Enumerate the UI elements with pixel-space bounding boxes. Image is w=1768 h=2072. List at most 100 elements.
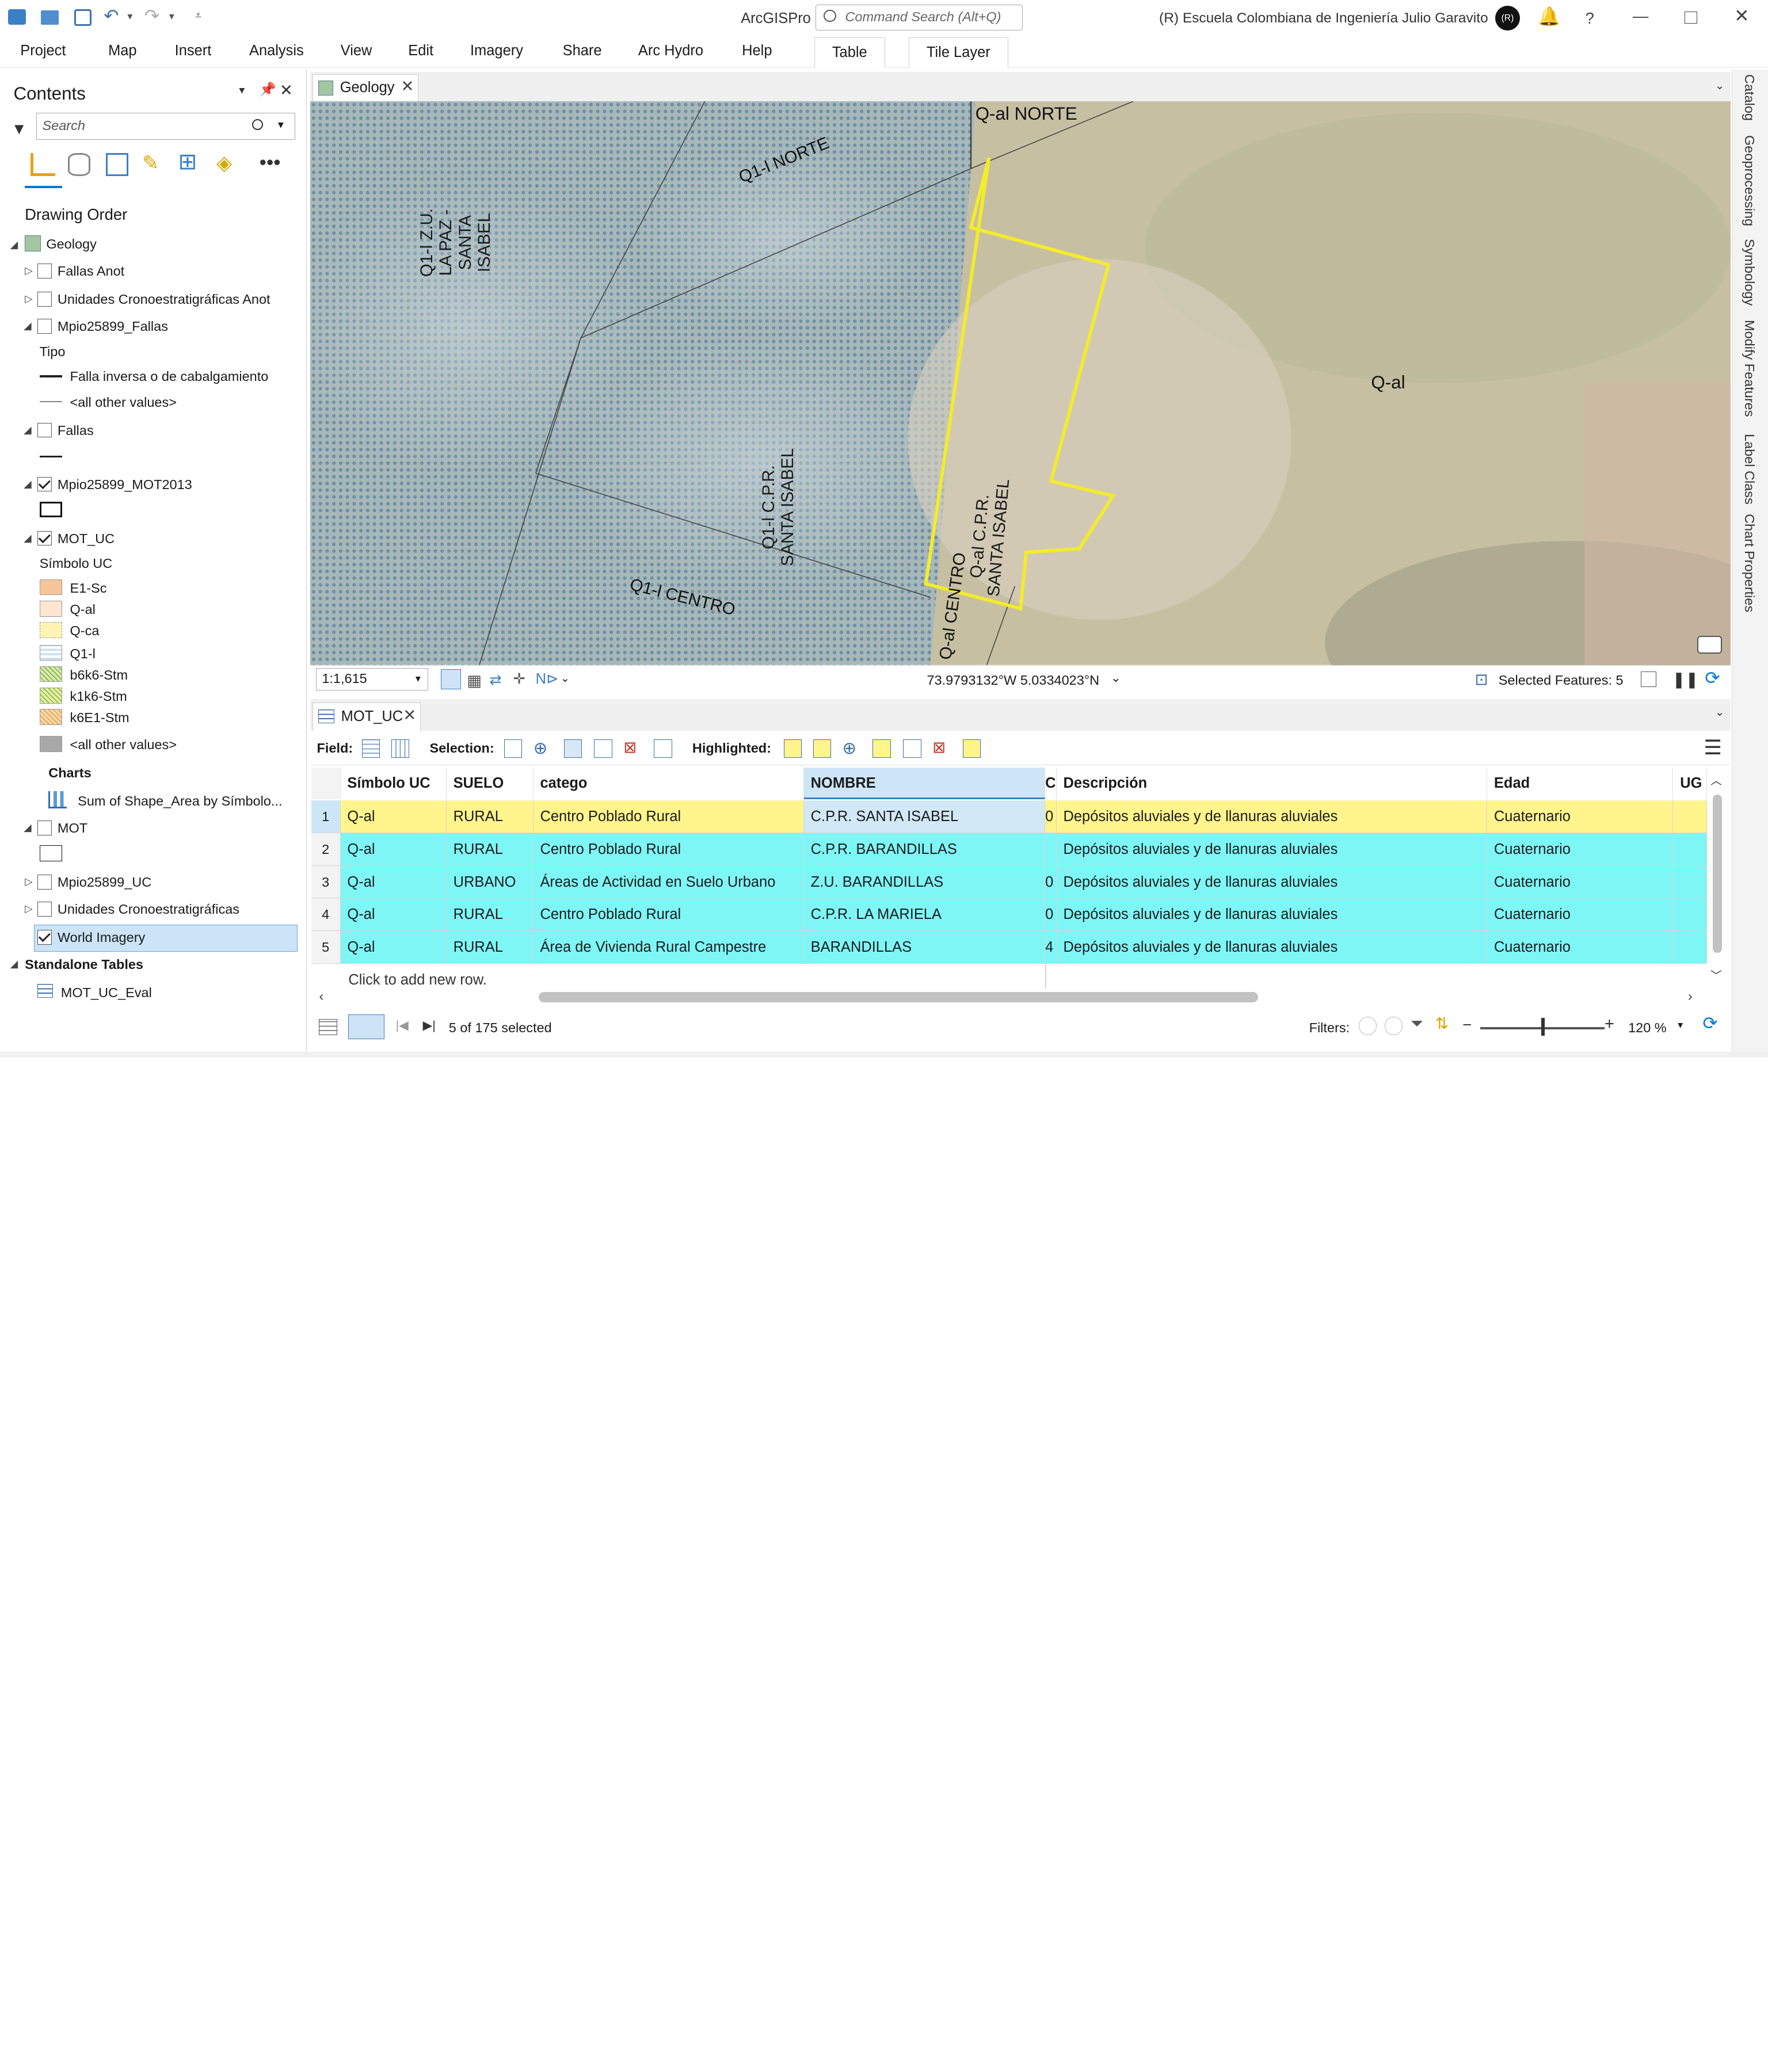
filter-selection-icon[interactable]: [1384, 1017, 1403, 1035]
expand-standalone-icon[interactable]: ◢: [10, 958, 18, 970]
expand-fallas-icon[interactable]: ◢: [24, 424, 32, 436]
row-number[interactable]: 1: [311, 800, 341, 833]
cell-edad[interactable]: Cuaternario: [1487, 833, 1674, 866]
filter-icon[interactable]: ▼: [12, 120, 27, 138]
tab-label-class[interactable]: Label Class: [1742, 434, 1757, 505]
expand-fallas-anot-icon[interactable]: ▷: [25, 265, 33, 277]
tab-geoprocessing[interactable]: Geoprocessing: [1742, 135, 1757, 226]
filter-funnel-icon[interactable]: ⏷: [1411, 1014, 1423, 1033]
tab-insert[interactable]: Insert: [175, 43, 212, 59]
zoom-slider-thumb[interactable]: [1541, 1018, 1545, 1036]
tab-chart-properties[interactable]: Chart Properties: [1742, 514, 1757, 612]
expand-mpio-uc-icon[interactable]: ▷: [25, 876, 33, 888]
cell-catego[interactable]: Centro Poblado Rural: [533, 800, 804, 833]
fixed-zoom-icon[interactable]: [441, 669, 462, 690]
scroll-right-icon[interactable]: ›: [1688, 989, 1693, 1004]
cell-suelo[interactable]: URBANO: [446, 865, 534, 899]
cell-descripcion[interactable]: Depósitos aluviales y de llanuras aluvia…: [1056, 931, 1488, 964]
column-header-catego[interactable]: catego: [533, 768, 804, 800]
filter-extent-icon[interactable]: [1358, 1017, 1377, 1035]
cell-c[interactable]: 0: [1045, 898, 1057, 932]
sort-icon[interactable]: ⇅: [1435, 1014, 1449, 1033]
more-options-icon[interactable]: •••: [260, 151, 281, 174]
chart-sum-shape-area[interactable]: Sum of Shape_Area by Símbolo...: [78, 793, 282, 809]
highlight-zoom-icon[interactable]: [783, 739, 802, 758]
refresh-icon[interactable]: ⟳: [1702, 1013, 1717, 1034]
row-number[interactable]: 2: [311, 833, 341, 866]
first-record-icon[interactable]: |◀: [396, 1018, 409, 1033]
tab-imagery[interactable]: Imagery: [470, 43, 523, 59]
highlight-pan-icon[interactable]: [813, 739, 831, 758]
list-by-labeling-icon[interactable]: ◈: [216, 151, 232, 175]
map-view[interactable]: Q-al NORTE Q1-l NORTE Q1-l Z.U. LA PAZ -…: [310, 101, 1731, 665]
project-icon[interactable]: [7, 9, 26, 25]
layer-mpio-mot2013[interactable]: Mpio25899_MOT2013: [58, 477, 192, 493]
tab-overflow-icon[interactable]: ⌄: [1715, 79, 1724, 93]
row-number[interactable]: 4: [311, 898, 341, 932]
navigator-icon[interactable]: [1697, 635, 1722, 654]
layer-fallas-anot[interactable]: Fallas Anot: [58, 264, 124, 279]
zoom-out-icon[interactable]: −: [1462, 1016, 1472, 1034]
layer-mpio-fallas[interactable]: Mpio25899_Fallas: [58, 319, 168, 334]
list-by-snapping-icon[interactable]: ⊞: [178, 149, 197, 175]
layer-world-imagery[interactable]: World Imagery: [58, 930, 145, 945]
zoom-in-icon[interactable]: +: [1605, 1014, 1614, 1034]
snapping-icon[interactable]: ✛: [513, 670, 525, 688]
last-record-icon[interactable]: ▶|: [423, 1018, 436, 1033]
calculate-field-icon[interactable]: [391, 739, 410, 758]
cell-nombre[interactable]: C.P.R. BARANDILLAS: [803, 833, 1046, 866]
checkbox-mpio-fallas[interactable]: [37, 319, 52, 334]
tab-table[interactable]: Table: [814, 37, 885, 68]
list-by-drawing-order-icon[interactable]: [30, 153, 55, 176]
cell-ug[interactable]: [1673, 898, 1708, 932]
add-new-row[interactable]: Click to add new row.: [348, 972, 487, 989]
list-by-selection-icon[interactable]: [106, 153, 129, 176]
cell-descripcion[interactable]: Depósitos aluviales y de llanuras aluvia…: [1056, 833, 1488, 866]
column-header-edad[interactable]: Edad: [1487, 768, 1674, 800]
cell-ug[interactable]: [1673, 865, 1708, 899]
tab-geology[interactable]: Geology ✕: [312, 74, 418, 102]
tab-overflow-icon[interactable]: ⌄: [1715, 705, 1724, 719]
cell-c[interactable]: 4: [1045, 931, 1057, 964]
close-pane-icon[interactable]: ✕: [280, 81, 293, 100]
cell-edad[interactable]: Cuaternario: [1487, 931, 1674, 964]
search-icon[interactable]: [252, 119, 264, 131]
table-row[interactable]: 5 Q-al RURAL Área de Vivienda Rural Camp…: [311, 931, 1708, 964]
vertical-scrollbar-thumb[interactable]: [1713, 795, 1722, 953]
cell-c[interactable]: [1045, 833, 1057, 866]
command-search-input[interactable]: Command Search (Alt+Q): [815, 4, 1023, 30]
table-row[interactable]: 4 Q-al RURAL Centro Poblado Rural C.P.R.…: [311, 898, 1708, 932]
expand-mpio-fallas-icon[interactable]: ◢: [24, 320, 32, 332]
redo-dropdown-icon[interactable]: ▾: [169, 10, 174, 22]
highlight-unselect-icon[interactable]: [903, 739, 921, 758]
layer-mot[interactable]: MOT: [58, 821, 87, 836]
column-header-nombre[interactable]: NOMBRE: [803, 768, 1046, 800]
selected-features-count[interactable]: Selected Features: 5: [1499, 673, 1624, 688]
column-header-ug[interactable]: UG: [1673, 768, 1708, 800]
cell-simbolo[interactable]: Q-al: [340, 865, 447, 899]
undo-icon[interactable]: ↶: [104, 6, 119, 26]
layer-unidades[interactable]: Unidades Cronoestratigráficas: [58, 902, 239, 917]
selected-features-icon[interactable]: ⊡: [1475, 670, 1488, 689]
cell-descripcion[interactable]: Depósitos aluviales y de llanuras aluvia…: [1056, 898, 1488, 932]
scroll-up-icon[interactable]: ︿: [1710, 771, 1722, 788]
tab-symbology[interactable]: Symbology: [1742, 239, 1757, 306]
expand-mpio-mot2013-icon[interactable]: ◢: [24, 478, 32, 490]
row-number[interactable]: 5: [311, 931, 341, 964]
cell-simbolo[interactable]: Q-al: [340, 898, 447, 932]
cell-simbolo[interactable]: Q-al: [340, 800, 447, 833]
cell-suelo[interactable]: RURAL: [446, 833, 534, 866]
cell-catego[interactable]: Área de Vivienda Rural Campestre: [533, 931, 804, 964]
cell-simbolo[interactable]: Q-al: [340, 833, 447, 866]
cell-edad[interactable]: Cuaternario: [1487, 898, 1674, 932]
table-row[interactable]: 3 Q-al URBANO Áreas de Actividad en Suel…: [311, 865, 1708, 899]
expand-unidades-icon[interactable]: ▷: [25, 903, 33, 915]
cell-catego[interactable]: Áreas de Actividad en Suelo Urbano: [533, 865, 804, 899]
table-row[interactable]: 1 Q-al RURAL Centro Poblado Rural C.P.R.…: [311, 800, 1708, 833]
table-menu-icon[interactable]: ☰: [1704, 736, 1722, 760]
coordinate-format-dropdown[interactable]: ⌄: [1111, 670, 1121, 685]
delete-selection-icon[interactable]: ⊠: [623, 738, 637, 757]
cell-suelo[interactable]: RURAL: [446, 931, 534, 964]
add-field-icon[interactable]: [361, 739, 380, 758]
close-icon[interactable]: ✕: [1734, 6, 1749, 26]
